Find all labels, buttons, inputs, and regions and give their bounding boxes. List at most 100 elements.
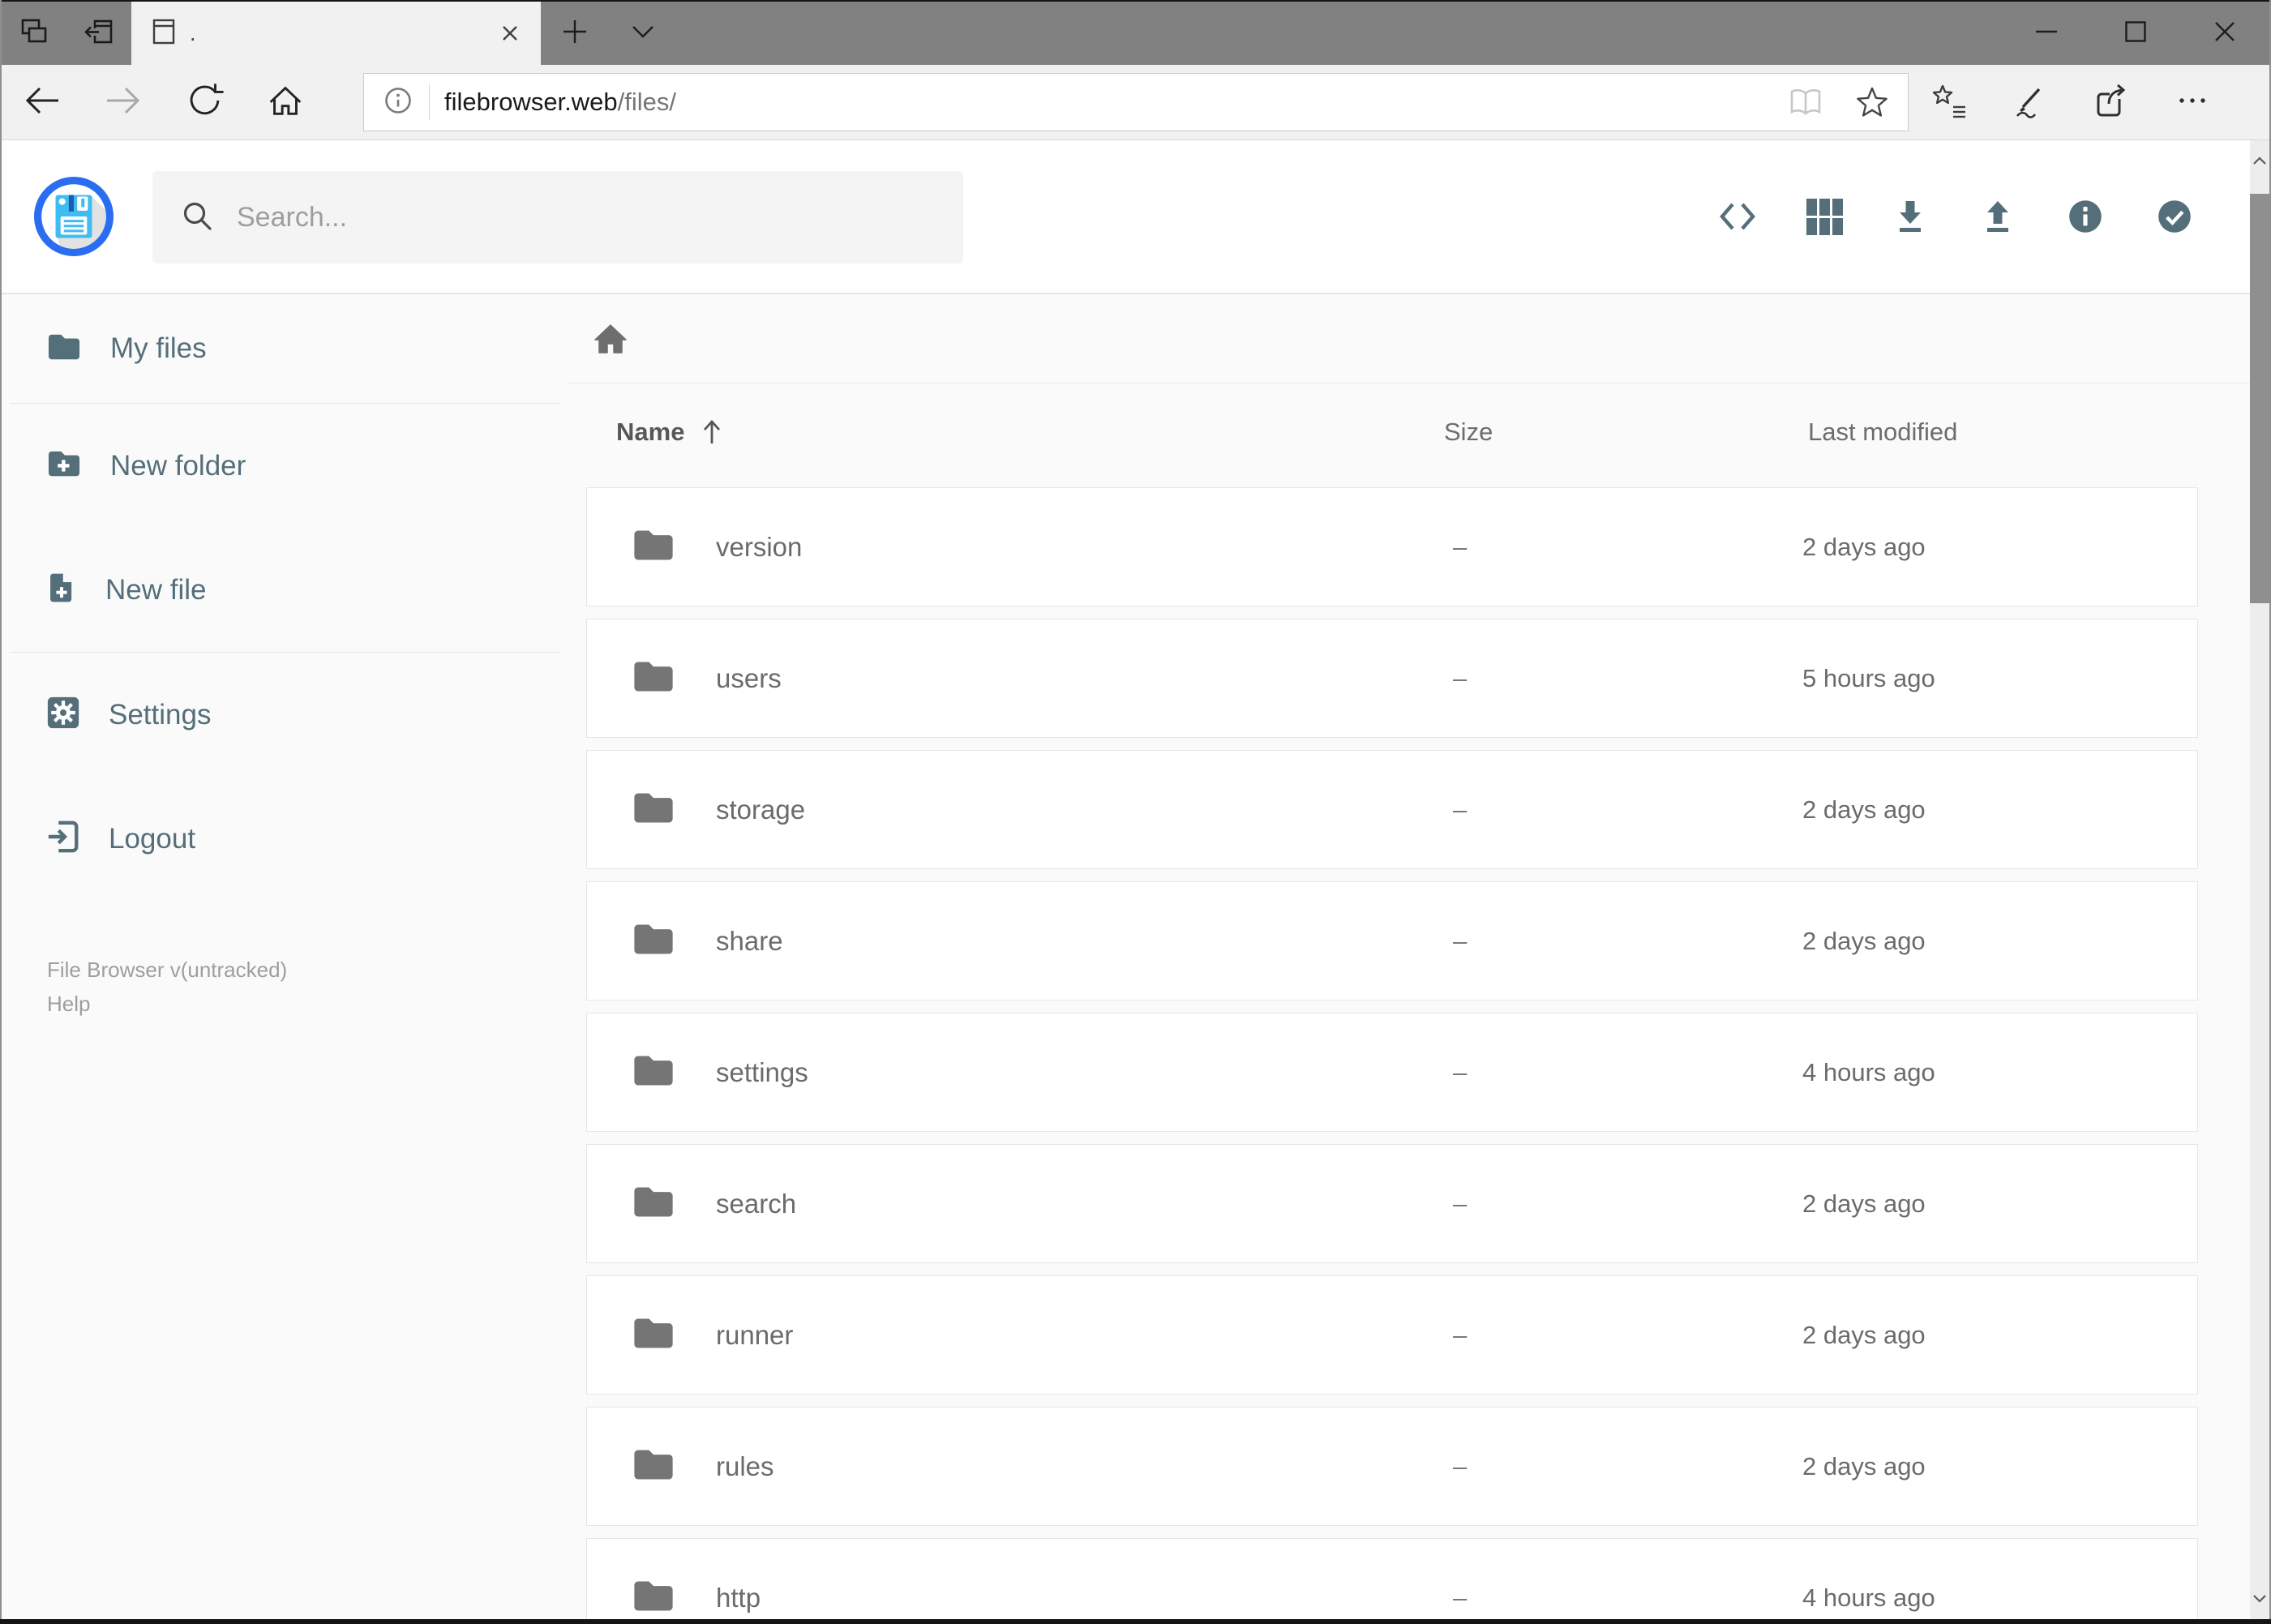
folder-icon <box>632 1315 675 1356</box>
folder-icon <box>632 1052 675 1093</box>
file-name: runner <box>716 1319 794 1350</box>
scroll-up-button[interactable] <box>2250 140 2269 181</box>
breadcrumb <box>568 294 2250 384</box>
column-header-modified[interactable]: Last modified <box>1808 384 1957 481</box>
window-border-left <box>0 0 2 1624</box>
favorites-hub-icon <box>1930 82 1968 123</box>
file-row-http[interactable]: http – 4 hours ago <box>586 1538 2198 1624</box>
maximize-button[interactable] <box>2091 2 2180 65</box>
back-button[interactable] <box>2 65 83 139</box>
folder-icon <box>632 921 675 962</box>
refresh-icon <box>184 80 225 125</box>
file-modified: 2 days ago <box>1802 1320 1926 1349</box>
app-version-text: File Browser v(untracked) <box>47 958 288 982</box>
sidebar-item-label: My files <box>110 332 207 364</box>
file-size: – <box>1453 1451 1468 1480</box>
address-separator <box>429 84 430 120</box>
file-row-storage[interactable]: storage – 2 days ago <box>586 750 2198 869</box>
file-row-search[interactable]: search – 2 days ago <box>586 1144 2198 1263</box>
new-tab-button[interactable] <box>541 2 609 65</box>
file-row-version[interactable]: version – 2 days ago <box>586 487 2198 606</box>
file-name: share <box>716 925 783 956</box>
file-modified: 5 hours ago <box>1802 663 1935 692</box>
breadcrumb-home-icon[interactable] <box>592 320 629 358</box>
chevron-down-icon <box>2253 1595 2266 1603</box>
back-icon <box>21 79 63 126</box>
browser-tab[interactable]: . <box>131 2 541 65</box>
chevron-down-icon <box>631 24 655 43</box>
set-tabs-aside-button[interactable] <box>66 2 131 65</box>
help-link[interactable]: Help <box>47 987 287 1021</box>
grid-view-button[interactable] <box>1806 197 1843 236</box>
sidebar-item-settings[interactable]: Settings <box>2 653 568 777</box>
file-modified: 4 hours ago <box>1802 1057 1935 1086</box>
window-border-bottom <box>0 1619 2271 1624</box>
more-menu-button[interactable] <box>2152 65 2233 139</box>
folder-icon <box>632 1578 675 1618</box>
site-info-icon[interactable] <box>382 84 414 121</box>
scrollbar-thumb[interactable] <box>2250 194 2269 603</box>
favorite-star-button[interactable] <box>1854 84 1890 120</box>
sidebar-item-label: Settings <box>109 698 212 731</box>
file-row-settings[interactable]: settings – 4 hours ago <box>586 1013 2198 1132</box>
home-icon <box>265 80 306 125</box>
folder-icon <box>632 527 675 568</box>
column-header-size[interactable]: Size <box>1444 384 1493 481</box>
tab-close-button[interactable] <box>492 15 528 51</box>
sidebar-item-label: Logout <box>109 822 196 855</box>
tab-preview-button[interactable] <box>2 2 66 65</box>
shell-toggle-button[interactable] <box>1718 197 1757 236</box>
file-row-users[interactable]: users – 5 hours ago <box>586 619 2198 738</box>
file-listing-area: Name Size Last modified version – 2 days… <box>568 294 2250 1624</box>
file-size: – <box>1453 532 1468 561</box>
sidebar-item-my-files[interactable]: My files <box>2 294 568 403</box>
chevron-up-icon <box>2253 156 2266 165</box>
file-modified: 2 days ago <box>1802 532 1926 561</box>
sort-ascending-icon <box>704 419 721 443</box>
close-window-button[interactable] <box>2180 2 2269 65</box>
reading-view-button[interactable] <box>1788 84 1823 120</box>
home-button[interactable] <box>245 65 326 139</box>
info-button[interactable] <box>2065 196 2106 237</box>
share-button[interactable] <box>2071 65 2152 139</box>
file-modified: 4 hours ago <box>1802 1583 1935 1612</box>
file-row-runner[interactable]: runner – 2 days ago <box>586 1275 2198 1395</box>
file-size: – <box>1453 1320 1468 1349</box>
window-border-top <box>0 0 2271 2</box>
address-bar[interactable]: filebrowser.web/files/ <box>363 73 1909 131</box>
forward-button[interactable] <box>83 65 164 139</box>
set-tabs-aside-icon <box>83 15 115 52</box>
vertical-scrollbar[interactable] <box>2250 140 2269 1619</box>
select-multiple-button[interactable] <box>2154 196 2195 237</box>
url-path: /files/ <box>617 88 677 116</box>
filebrowser-logo[interactable] <box>34 177 114 256</box>
file-row-share[interactable]: share – 2 days ago <box>586 881 2198 1001</box>
search-bar[interactable] <box>152 171 963 264</box>
more-dots-icon <box>2174 82 2211 123</box>
upload-button[interactable] <box>1978 197 2017 236</box>
file-modified: 2 days ago <box>1802 1189 1926 1218</box>
column-header-name[interactable]: Name <box>616 384 726 481</box>
file-row-rules[interactable]: rules – 2 days ago <box>586 1407 2198 1526</box>
sidebar-item-new-file[interactable]: New file <box>2 528 568 652</box>
minimize-button[interactable] <box>2002 2 2091 65</box>
url-text: filebrowser.web/files/ <box>444 88 676 117</box>
sidebar-item-logout[interactable]: Logout <box>2 777 568 901</box>
share-icon <box>2093 82 2130 123</box>
forward-icon <box>102 79 144 126</box>
search-input[interactable] <box>235 200 916 234</box>
download-button[interactable] <box>1891 197 1930 236</box>
annotate-button[interactable] <box>1990 65 2071 139</box>
favorites-hub-button[interactable] <box>1909 65 1990 139</box>
sidebar-item-new-folder[interactable]: New folder <box>2 404 568 528</box>
refresh-button[interactable] <box>164 65 245 139</box>
scroll-down-button[interactable] <box>2250 1579 2269 1619</box>
search-icon <box>180 199 214 237</box>
folder-plus-icon <box>45 448 83 484</box>
file-size: – <box>1453 663 1468 692</box>
file-size: – <box>1453 1189 1468 1218</box>
file-name: settings <box>716 1056 808 1087</box>
sidebar-item-label: New folder <box>110 449 246 482</box>
tab-list-button[interactable] <box>609 2 677 65</box>
tab-title: . <box>190 20 196 45</box>
